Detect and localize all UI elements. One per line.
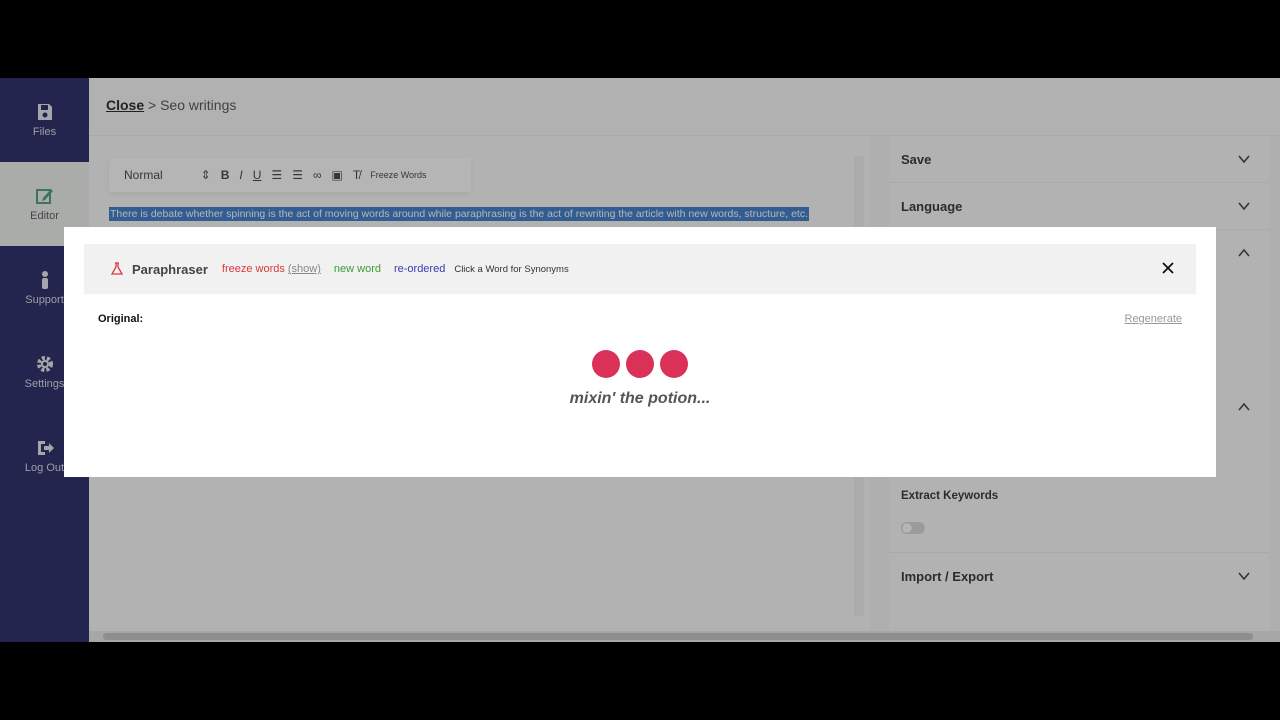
legend-freeze-words: freeze words [221, 263, 285, 275]
legend-new-word: new word [333, 263, 381, 275]
modal-header: Paraphraser freeze words (show) new word… [84, 244, 1196, 294]
loading-dot [626, 350, 654, 378]
legend-reordered: re-ordered [393, 263, 446, 275]
loading-message: mixin' the potion... [569, 390, 711, 407]
paraphraser-modal: Paraphraser freeze words (show) new word… [64, 227, 1216, 477]
loading-dot [660, 350, 688, 378]
loading-spinner [592, 350, 688, 378]
modal-title: Paraphraser [132, 261, 208, 277]
flask-icon [110, 262, 124, 275]
close-icon[interactable] [1160, 260, 1176, 276]
loading-dot [592, 350, 620, 378]
original-label: Original: [98, 313, 144, 325]
regenerate-link[interactable]: Regenerate [1125, 313, 1183, 325]
show-frozen-link[interactable]: (show) [288, 263, 321, 275]
synonym-hint: Click a Word for Synonyms [454, 263, 569, 275]
